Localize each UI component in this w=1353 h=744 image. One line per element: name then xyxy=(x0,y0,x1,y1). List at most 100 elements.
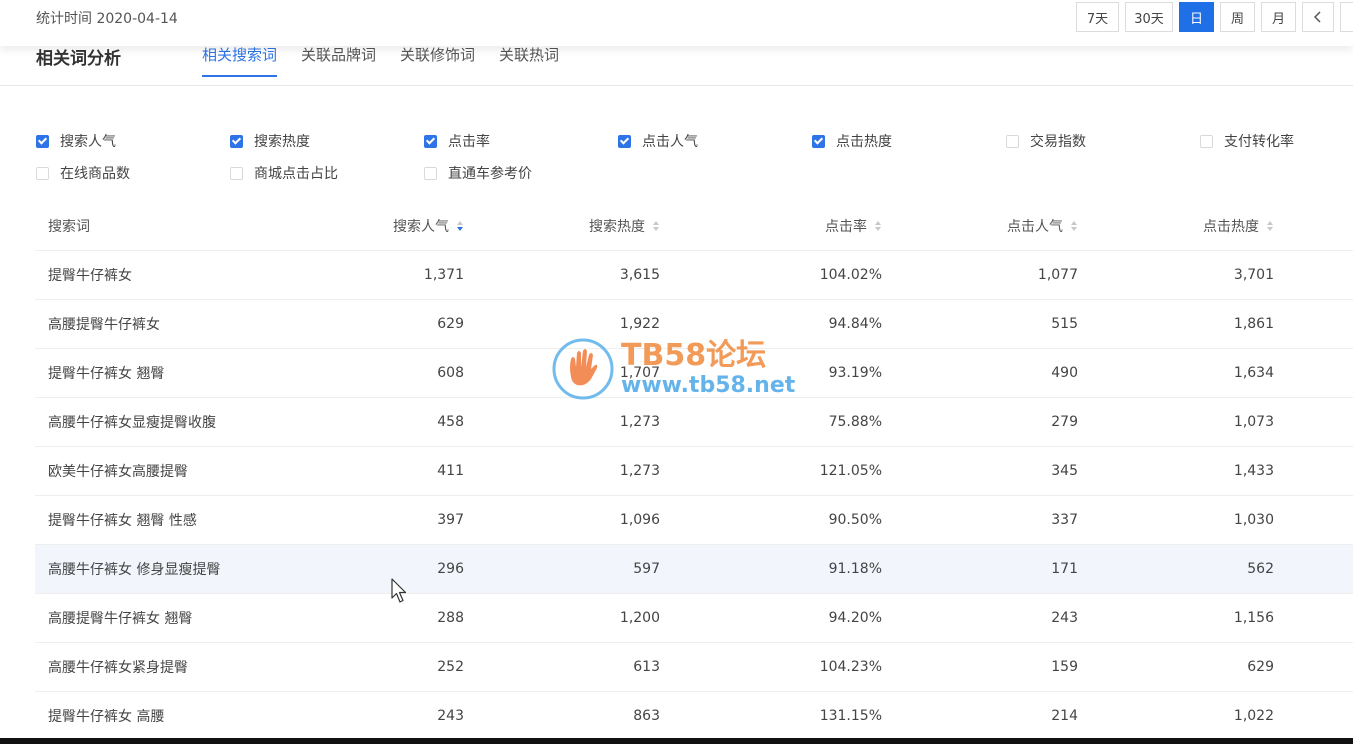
cell-click-popularity: 337 xyxy=(1051,512,1078,528)
table-row[interactable]: 高腰提臀牛仔裤女 翘臀 288 1,200 94.20% 243 1,156 xyxy=(35,594,1353,643)
cell-click-heat: 1,073 xyxy=(1233,414,1274,430)
metric-click-rate[interactable]: 点击率 xyxy=(424,131,490,151)
watermark-text: TB58论坛 www.tb58.net xyxy=(621,339,795,399)
cell-click-rate: 90.50% xyxy=(828,512,882,528)
cell-keyword[interactable]: 高腰牛仔裤女 修身显瘦提臀 xyxy=(35,559,250,579)
sort-icon[interactable] xyxy=(457,221,464,231)
range-button-day[interactable]: 日 xyxy=(1179,2,1214,32)
metric-search-heat[interactable]: 搜索热度 xyxy=(230,131,310,151)
cell-click-rate: 104.02% xyxy=(819,267,882,283)
metric-label: 搜索热度 xyxy=(254,134,310,150)
cell-keyword[interactable]: 高腰提臀牛仔裤女 xyxy=(35,314,250,334)
metric-label: 在线商品数 xyxy=(60,166,130,182)
metric-mall-click-share[interactable]: 商城点击占比 xyxy=(230,163,338,183)
metric-label: 点击人气 xyxy=(642,134,698,150)
tab-related-hot[interactable]: 关联热词 xyxy=(499,44,559,77)
table-row[interactable]: 高腰牛仔裤女显瘦提臀收腹 458 1,273 75.88% 279 1,073 xyxy=(35,398,1353,447)
cell-search-heat: 1,922 xyxy=(619,316,660,332)
column-header-click-popularity[interactable]: 点击人气 xyxy=(882,216,1078,236)
cell-click-heat: 1,433 xyxy=(1233,463,1274,479)
metric-trade-index[interactable]: 交易指数 xyxy=(1006,131,1086,151)
column-header-search-heat[interactable]: 搜索热度 xyxy=(464,216,660,236)
prev-date-button[interactable] xyxy=(1302,2,1334,32)
column-header-label: 点击人气 xyxy=(1007,219,1063,235)
cell-click-heat: 1,030 xyxy=(1233,512,1274,528)
checkbox-unchecked[interactable] xyxy=(1200,134,1213,148)
cell-click-rate: 94.20% xyxy=(828,610,882,626)
range-button-30d[interactable]: 30天 xyxy=(1125,2,1173,32)
table-row[interactable]: 提臀牛仔裤女 1,371 3,615 104.02% 1,077 3,701 xyxy=(35,251,1353,300)
table-row[interactable]: 高腰牛仔裤女紧身提臀 252 613 104.23% 159 629 xyxy=(35,643,1353,692)
metric-online-goods[interactable]: 在线商品数 xyxy=(36,163,130,183)
cell-search-popularity: 243 xyxy=(437,708,464,724)
checkbox-unchecked[interactable] xyxy=(1006,134,1019,148)
metric-click-heat[interactable]: 点击热度 xyxy=(812,131,892,151)
cell-click-heat: 3,701 xyxy=(1233,267,1274,283)
cell-search-heat: 613 xyxy=(633,659,660,675)
cell-keyword[interactable]: 提臀牛仔裤女 翘臀 xyxy=(35,363,250,383)
table-row[interactable]: 提臀牛仔裤女 高腰 243 863 131.15% 214 1,022 xyxy=(35,692,1353,741)
cell-click-popularity: 279 xyxy=(1051,414,1078,430)
checkbox-unchecked[interactable] xyxy=(424,166,437,180)
cell-search-popularity: 296 xyxy=(437,561,464,577)
checkbox-unchecked[interactable] xyxy=(230,166,243,180)
related-words-table: 搜索词 搜索人气 搜索热度 点击率 点击人气 点击热度 提臀牛仔裤女 1,371 3… xyxy=(35,202,1353,741)
cell-keyword[interactable]: 高腰提臀牛仔裤女 翘臀 xyxy=(35,608,250,628)
cell-search-popularity: 397 xyxy=(437,512,464,528)
section-title: 相关词分析 xyxy=(36,49,121,69)
cell-keyword[interactable]: 提臀牛仔裤女 翘臀 性感 xyxy=(35,510,250,530)
metric-label: 搜索人气 xyxy=(60,134,116,150)
chevron-left-icon xyxy=(1314,11,1321,23)
cell-click-rate: 91.18% xyxy=(828,561,882,577)
column-header-search-popularity[interactable]: 搜索人气 xyxy=(250,216,464,236)
cell-search-popularity: 629 xyxy=(437,316,464,332)
checkbox-unchecked[interactable] xyxy=(36,166,49,180)
sort-icon[interactable] xyxy=(1267,221,1274,231)
cell-search-popularity: 288 xyxy=(437,610,464,626)
cell-click-popularity: 515 xyxy=(1051,316,1078,332)
range-button-7d[interactable]: 7天 xyxy=(1076,2,1119,32)
sort-icon[interactable] xyxy=(1071,221,1078,231)
cell-search-heat: 1,096 xyxy=(619,512,660,528)
column-header-click-rate[interactable]: 点击率 xyxy=(660,216,882,236)
metric-label: 直通车参考价 xyxy=(448,166,532,182)
column-header-label: 点击热度 xyxy=(1203,219,1259,235)
cell-click-heat: 1,022 xyxy=(1233,708,1274,724)
cell-search-heat: 1,273 xyxy=(619,463,660,479)
next-date-button[interactable] xyxy=(1340,2,1353,32)
cell-keyword[interactable]: 提臀牛仔裤女 xyxy=(35,265,250,285)
cell-keyword[interactable]: 高腰牛仔裤女显瘦提臀收腹 xyxy=(35,412,250,432)
cell-search-heat: 1,200 xyxy=(619,610,660,626)
table-body: 提臀牛仔裤女 1,371 3,615 104.02% 1,077 3,701 高腰提臀牛仔裤… xyxy=(35,251,1353,741)
cell-keyword[interactable]: 高腰牛仔裤女紧身提臀 xyxy=(35,657,250,677)
column-header-label: 搜索热度 xyxy=(589,219,645,235)
metric-pay-conversion[interactable]: 支付转化率 xyxy=(1200,131,1294,151)
range-button-month[interactable]: 月 xyxy=(1261,2,1296,32)
table-row[interactable]: 高腰牛仔裤女 修身显瘦提臀 296 597 91.18% 171 562 xyxy=(35,545,1353,594)
checkbox-checked[interactable] xyxy=(230,134,243,148)
tab-related-search[interactable]: 相关搜索词 xyxy=(202,44,278,77)
sort-icon[interactable] xyxy=(653,221,660,231)
checkbox-checked[interactable] xyxy=(36,134,49,148)
tab-related-modifier[interactable]: 关联修饰词 xyxy=(400,44,475,77)
metric-click-popularity[interactable]: 点击人气 xyxy=(618,131,698,151)
column-header-click-heat[interactable]: 点击热度 xyxy=(1078,216,1274,236)
tab-related-brand[interactable]: 关联品牌词 xyxy=(301,44,376,77)
metric-label: 支付转化率 xyxy=(1224,134,1294,150)
table-row[interactable]: 欧美牛仔裤女高腰提臀 411 1,273 121.05% 345 1,433 xyxy=(35,447,1353,496)
tabs-divider xyxy=(0,85,1353,86)
watermark-url: www.tb58.net xyxy=(621,373,796,398)
metric-ztc-reference-price[interactable]: 直通车参考价 xyxy=(424,163,532,183)
metric-label: 商城点击占比 xyxy=(254,166,338,182)
sort-icon[interactable] xyxy=(875,221,882,231)
metric-search-popularity[interactable]: 搜索人气 xyxy=(36,131,116,151)
checkbox-checked[interactable] xyxy=(618,134,631,148)
cell-click-rate: 75.88% xyxy=(828,414,882,430)
range-button-week[interactable]: 周 xyxy=(1220,2,1255,32)
cell-keyword[interactable]: 提臀牛仔裤女 高腰 xyxy=(35,706,250,726)
cell-keyword[interactable]: 欧美牛仔裤女高腰提臀 xyxy=(35,461,250,481)
table-row[interactable]: 提臀牛仔裤女 翘臀 性感 397 1,096 90.50% 337 1,030 xyxy=(35,496,1353,545)
checkbox-checked[interactable] xyxy=(812,134,825,148)
cell-click-rate: 131.15% xyxy=(819,708,882,724)
checkbox-checked[interactable] xyxy=(424,134,437,148)
